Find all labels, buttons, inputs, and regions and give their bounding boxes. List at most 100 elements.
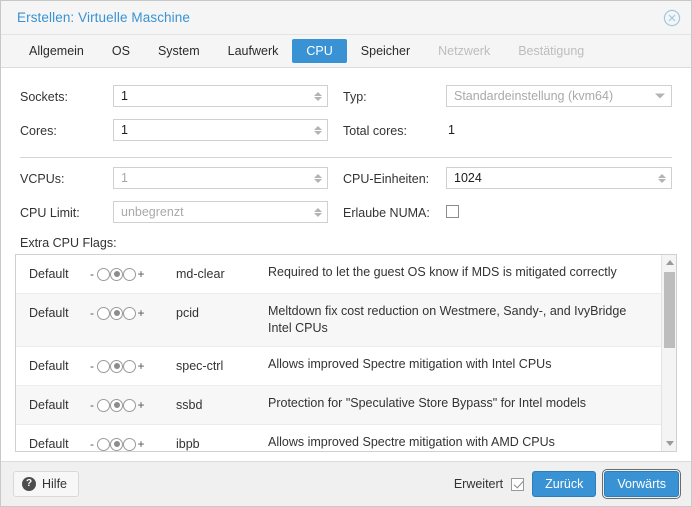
flag-option-off[interactable] (97, 438, 110, 451)
table-row[interactable]: Default - + ssbd Protection for "Specula… (16, 386, 661, 425)
flag-option-on[interactable] (123, 438, 136, 451)
minus-sign[interactable]: - (88, 306, 96, 320)
sockets-field-wrap: 1 (113, 80, 328, 114)
flag-option-default[interactable] (110, 438, 123, 451)
vcpus-stepper[interactable] (312, 170, 323, 186)
flag-name: pcid (172, 303, 268, 323)
tab-speicher[interactable]: Speicher (347, 39, 424, 63)
flag-name: md-clear (172, 264, 268, 284)
tab-system[interactable]: System (144, 39, 214, 63)
footer-actions: Erweitert Zurück Vorwärts (454, 471, 679, 497)
cpu-units-value: 1024 (447, 171, 482, 185)
plus-sign[interactable]: + (137, 267, 145, 281)
question-mark-icon: ? (22, 477, 36, 491)
flag-option-off[interactable] (97, 307, 110, 320)
minus-sign[interactable]: - (88, 398, 96, 412)
table-row[interactable]: Default - + md-clear Required to let the… (16, 255, 661, 294)
scrollbar-thumb[interactable] (664, 272, 675, 348)
extra-cpu-flags-label: Extra CPU Flags: (15, 230, 677, 254)
allow-numa-cell: Erlaube NUMA: (328, 196, 677, 230)
flag-option-default[interactable] (110, 360, 123, 373)
flag-option-off[interactable] (97, 399, 110, 412)
advanced-checkbox[interactable] (511, 478, 524, 491)
flag-name: ibpb (172, 434, 268, 451)
flag-option-default[interactable] (110, 268, 123, 281)
typ-value: Standardeinstellung (kvm64) (447, 89, 613, 103)
flag-description: Required to let the guest OS know if MDS… (268, 264, 661, 281)
flag-default-label: Default (16, 434, 88, 451)
flag-name: ssbd (172, 395, 268, 415)
flag-option-default[interactable] (110, 307, 123, 320)
table-row[interactable]: Default - + ibpb Allows improved Spectre… (16, 425, 661, 451)
cpu-units-stepper[interactable] (656, 170, 667, 186)
minus-sign[interactable]: - (88, 359, 96, 373)
cpu-limit-input[interactable]: unbegrenzt (113, 201, 328, 223)
close-icon[interactable] (662, 8, 682, 28)
chevron-down-icon[interactable] (314, 131, 322, 135)
flag-toggle-group[interactable]: - + (88, 395, 172, 412)
scroll-up-icon[interactable] (662, 255, 677, 270)
form-divider (15, 148, 677, 162)
sockets-stepper[interactable] (312, 88, 323, 104)
minus-sign[interactable]: - (88, 437, 96, 451)
tab-cpu[interactable]: CPU (292, 39, 346, 63)
plus-sign[interactable]: + (137, 306, 145, 320)
chevron-down-icon[interactable] (314, 179, 322, 183)
table-row[interactable]: Default - + pcid Meltdown fix cost reduc… (16, 294, 661, 347)
advanced-label: Erweitert (454, 477, 503, 491)
cpu-units-input[interactable]: 1024 (446, 167, 672, 189)
flag-description: Allows improved Spectre mitigation with … (268, 434, 661, 451)
next-button[interactable]: Vorwärts (604, 471, 679, 497)
scroll-down-icon[interactable] (662, 436, 677, 451)
dialog-titlebar: Erstellen: Virtuelle Maschine (1, 1, 691, 35)
chevron-down-icon[interactable] (314, 97, 322, 101)
flag-toggle-group[interactable]: - + (88, 303, 172, 320)
tab-os[interactable]: OS (98, 39, 144, 63)
chevron-down-icon[interactable] (658, 179, 666, 183)
flags-scrollbar[interactable] (661, 255, 676, 451)
vcpus-label: VCPUs: (15, 162, 113, 196)
sockets-input[interactable]: 1 (113, 85, 328, 107)
chevron-up-icon[interactable] (314, 126, 322, 130)
flag-toggle-group[interactable]: - + (88, 356, 172, 373)
flag-option-on[interactable] (123, 399, 136, 412)
back-button[interactable]: Zurück (532, 471, 596, 497)
typ-select[interactable]: Standardeinstellung (kvm64) (446, 85, 672, 107)
typ-cell: Typ: Standardeinstellung (kvm64) (328, 80, 677, 114)
flag-option-on[interactable] (123, 307, 136, 320)
flag-option-on[interactable] (123, 360, 136, 373)
total-cores-value: 1 (446, 114, 455, 148)
chevron-up-icon[interactable] (658, 174, 666, 178)
flag-option-off[interactable] (97, 360, 110, 373)
flag-option-default[interactable] (110, 399, 123, 412)
flag-toggle-group[interactable]: - + (88, 264, 172, 281)
minus-sign[interactable]: - (88, 267, 96, 281)
chevron-up-icon[interactable] (314, 174, 322, 178)
tab-netzwerk: Netzwerk (424, 39, 504, 63)
typ-label: Typ: (328, 80, 446, 114)
vcpus-input[interactable]: 1 (113, 167, 328, 189)
cores-stepper[interactable] (312, 122, 323, 138)
typ-field-wrap: Standardeinstellung (kvm64) (446, 80, 677, 114)
help-button[interactable]: ? Hilfe (13, 471, 79, 497)
tab-allgemein[interactable]: Allgemein (15, 39, 98, 63)
allow-numa-checkbox[interactable] (446, 205, 459, 218)
plus-sign[interactable]: + (137, 359, 145, 373)
chevron-up-icon[interactable] (314, 208, 322, 212)
tab-laufwerk[interactable]: Laufwerk (214, 39, 293, 63)
flag-option-on[interactable] (123, 268, 136, 281)
vcpus-value: 1 (114, 171, 128, 185)
cores-input[interactable]: 1 (113, 119, 328, 141)
flag-option-off[interactable] (97, 268, 110, 281)
plus-sign[interactable]: + (137, 398, 145, 412)
table-row[interactable]: Default - + spec-ctrl Allows improved Sp… (16, 347, 661, 386)
plus-sign[interactable]: + (137, 437, 145, 451)
chevron-down-icon[interactable] (314, 213, 322, 217)
flag-default-label: Default (16, 356, 88, 376)
chevron-up-icon[interactable] (314, 92, 322, 96)
cpu-units-cell: CPU-Einheiten: 1024 (328, 162, 677, 196)
flag-toggle-group[interactable]: - + (88, 434, 172, 451)
cpu-limit-stepper[interactable] (312, 204, 323, 220)
chevron-down-icon[interactable] (655, 94, 665, 99)
extra-cpu-flags-grid: Default - + md-clear Required to let the… (15, 254, 677, 452)
